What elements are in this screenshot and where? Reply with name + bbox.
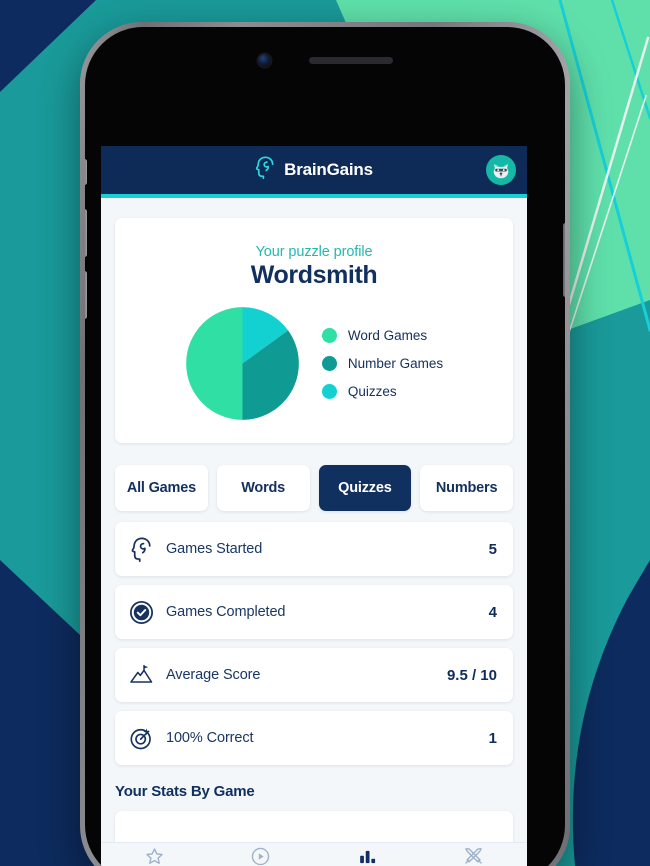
section-title-your-stats-by-game: Your Stats By Game [115,783,255,800]
play-circle-icon [250,846,271,866]
bottom-navigation-bar [101,842,527,866]
profile-chart-row: Word Games Number Games Quizzes [131,306,497,421]
stat-value: 4 [488,603,497,621]
bar-chart-icon [357,846,378,866]
tab-numbers[interactable]: Numbers [420,465,513,511]
volume-down-button[interactable] [85,271,87,319]
stat-label: 100% Correct [166,730,254,746]
volume-up-button[interactable] [85,209,87,257]
target-icon [129,726,154,751]
stat-row-games-started[interactable]: Games Started 5 [115,522,513,576]
nav-item-stats[interactable] [314,843,421,866]
legend-label: Word Games [347,328,428,343]
phone-notch-hardware [85,47,565,73]
stats-list: Games Started 5 Games Completed 4 Averag… [115,522,513,765]
nav-item-play[interactable] [208,843,315,866]
pie-chart-legend: Word Games Number Games Quizzes [321,328,444,399]
stat-row-games-completed[interactable]: Games Completed 4 [115,585,513,639]
stat-value: 1 [488,729,497,747]
stat-label: Games Started [166,541,263,557]
stat-row-100-percent-correct[interactable]: 100% Correct 1 [115,711,513,765]
pie-slice-word-games [186,307,243,420]
puzzle-profile-pie-chart [185,306,300,421]
stat-label: Games Completed [166,604,286,620]
legend-swatch-word-games [321,328,337,343]
mute-switch-button[interactable] [85,159,87,185]
puzzle-profile-card: Your puzzle profile Wordsmith Word Games [115,218,513,443]
app-title: BrainGains [284,160,373,179]
stat-value: 5 [488,540,497,558]
stat-label: Average Score [166,667,261,683]
tab-words[interactable]: Words [216,465,310,511]
power-button[interactable] [563,223,565,297]
legend-item: Word Games [321,328,443,343]
nav-item-favorites[interactable] [101,843,208,866]
category-tab-row: All Games Words Quizzes Numbers [115,465,513,511]
brain-head-icon [129,537,154,562]
legend-label: Number Games [347,356,444,371]
legend-item: Number Games [321,356,444,371]
tab-quizzes[interactable]: Quizzes [318,465,412,511]
star-icon [144,846,165,866]
nav-item-battle[interactable] [421,843,528,866]
mountain-flag-icon [129,663,154,688]
app-screen: BrainGains Your puzzle profile Wordsmith… [101,146,527,866]
legend-swatch-quizzes [321,384,337,399]
raccoon-avatar-icon[interactable] [486,155,516,185]
stat-row-average-score[interactable]: Average Score 9.5 / 10 [115,648,513,702]
tab-all-games[interactable]: All Games [115,465,208,511]
legend-label: Quizzes [347,384,397,399]
profile-title: Wordsmith [250,261,378,289]
brand-lockup: BrainGains [255,156,373,184]
app-header: BrainGains [101,146,527,194]
check-circle-icon [129,600,154,625]
legend-item: Quizzes [321,384,443,399]
legend-swatch-number-games [321,356,337,371]
front-camera-icon [257,53,271,67]
profile-kicker: Your puzzle profile [255,244,373,260]
app-scroll-body[interactable]: Your puzzle profile Wordsmith Word Games [101,218,527,866]
swords-icon [463,846,484,866]
brain-head-icon [255,156,276,184]
phone-device-frame: BrainGains Your puzzle profile Wordsmith… [80,22,570,866]
header-accent-rule [101,194,527,198]
earpiece-speaker-icon [308,56,393,64]
stat-value: 9.5 / 10 [446,666,497,684]
